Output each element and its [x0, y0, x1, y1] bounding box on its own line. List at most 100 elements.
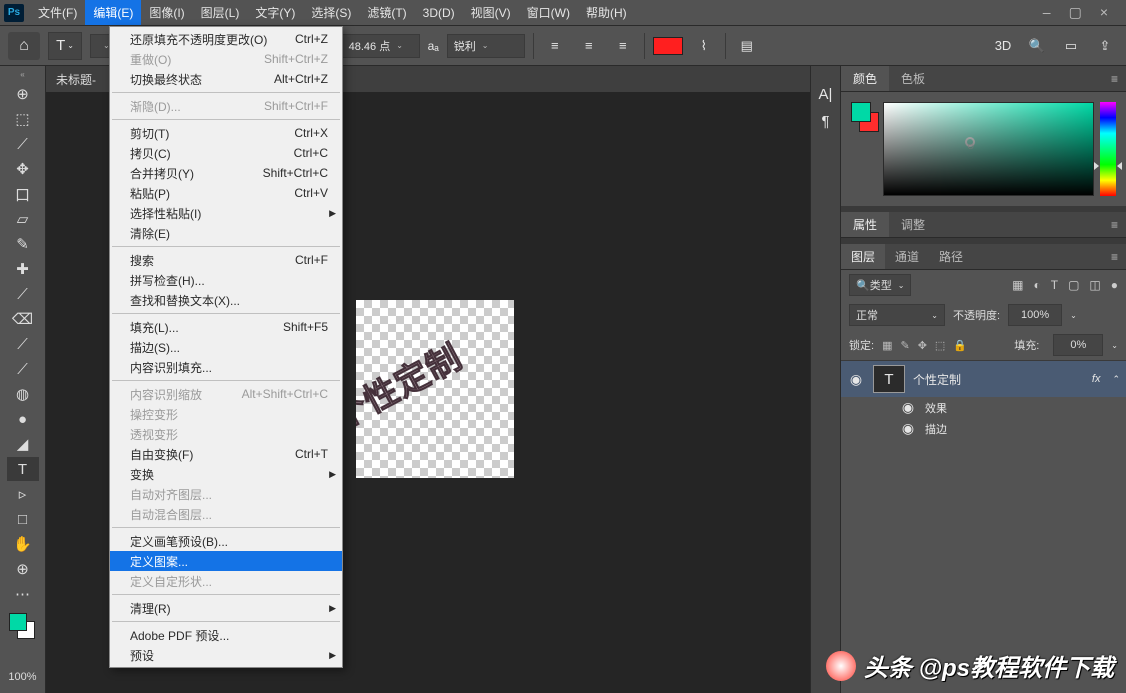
canvas[interactable]: 个性定制	[356, 300, 514, 478]
tool-marquee[interactable]: ⬚	[7, 107, 39, 131]
lock-artboard-icon[interactable]: ⬚	[935, 339, 945, 352]
menu-item[interactable]: 变换▶	[110, 464, 342, 484]
fx-disclosure[interactable]: ⌃	[1112, 374, 1120, 385]
visibility-icon[interactable]: ◉	[899, 420, 917, 437]
tool-eraser[interactable]: ⟋	[7, 357, 39, 381]
search-icon[interactable]: 🔍	[1024, 33, 1050, 59]
share-icon[interactable]: ⇪	[1092, 33, 1118, 59]
layer-filter-type[interactable]: 🔍 类型 ⌄	[849, 274, 911, 296]
tab-paths[interactable]: 路径	[929, 244, 973, 269]
blend-mode-field[interactable]: 正常⌄	[849, 304, 945, 326]
window-maximize-icon[interactable]: ▢	[1069, 4, 1082, 21]
visibility-icon[interactable]: ◉	[847, 371, 865, 388]
panel-menu-icon[interactable]: ≡	[1103, 218, 1126, 232]
tool-move[interactable]: ⊕	[7, 82, 39, 106]
tab-swatches[interactable]: 色板	[889, 66, 937, 91]
filter-type-icon[interactable]: T	[1051, 278, 1058, 292]
window-close-icon[interactable]: ×	[1100, 4, 1108, 21]
document-tab[interactable]: 未标题-	[56, 71, 96, 88]
tool-hand[interactable]: ✋	[7, 532, 39, 556]
tool-quick-select[interactable]: ✥	[7, 157, 39, 181]
tab-adjustments[interactable]: 调整	[889, 212, 937, 237]
character-panel-icon[interactable]: ▤	[734, 33, 760, 59]
tool-path[interactable]: ▹	[7, 482, 39, 506]
tool-frame[interactable]: ▱	[7, 207, 39, 231]
tool-shape[interactable]: □	[7, 507, 39, 531]
menu-item[interactable]: 自由变换(F)Ctrl+T	[110, 444, 342, 464]
align-center-icon[interactable]: ≡	[576, 33, 602, 59]
tool-gradient[interactable]: ◍	[7, 382, 39, 406]
three-d-mode[interactable]: 3D	[990, 33, 1016, 59]
tool-dodge[interactable]: ●	[7, 407, 39, 431]
menu-view[interactable]: 视图(V)	[463, 0, 519, 25]
align-left-icon[interactable]: ≡	[542, 33, 568, 59]
tool-edit-toolbar[interactable]: ⋯	[7, 582, 39, 606]
color-select-swatches[interactable]	[851, 102, 877, 196]
tool-type[interactable]: T	[7, 457, 39, 481]
menu-item[interactable]: 定义图案...	[110, 551, 342, 571]
tool-preset[interactable]: T ⌄	[48, 32, 82, 60]
menu-item[interactable]: 切换最终状态Alt+Ctrl+Z	[110, 69, 342, 89]
arrange-icon[interactable]: ▭	[1058, 33, 1084, 59]
visibility-icon[interactable]: ◉	[899, 399, 917, 416]
tab-color[interactable]: 颜色	[841, 66, 889, 91]
panel-menu-icon[interactable]: ≡	[1103, 72, 1126, 86]
menu-item[interactable]: 剪切(T)Ctrl+X	[110, 123, 342, 143]
menu-item[interactable]: 清理(R)▶	[110, 598, 342, 618]
align-right-icon[interactable]: ≡	[610, 33, 636, 59]
menu-window[interactable]: 窗口(W)	[519, 0, 578, 25]
menu-filter[interactable]: 滤镜(T)	[359, 0, 414, 25]
layer-item[interactable]: ◉ T 个性定制 fx ⌃	[841, 361, 1126, 397]
hue-slider[interactable]	[1100, 102, 1116, 196]
menu-item[interactable]: 拷贝(C)Ctrl+C	[110, 143, 342, 163]
fx-effects-row[interactable]: ◉ 效果	[841, 397, 1126, 418]
filter-adjust-icon[interactable]: ◐	[1033, 278, 1040, 292]
lock-image-icon[interactable]: ✎	[900, 339, 909, 352]
tab-properties[interactable]: 属性	[841, 212, 889, 237]
layer-name[interactable]: 个性定制	[913, 371, 961, 388]
menu-item[interactable]: 描边(S)...	[110, 337, 342, 357]
menu-image[interactable]: 图像(I)	[141, 0, 192, 25]
filter-smart-icon[interactable]: ◫	[1089, 278, 1100, 292]
menu-item[interactable]: 拼写检查(H)...	[110, 270, 342, 290]
lock-all-icon[interactable]: 🔒	[953, 339, 967, 352]
filter-toggle-icon[interactable]: ●	[1111, 278, 1118, 292]
lock-position-icon[interactable]: ✥	[918, 339, 927, 352]
menu-item[interactable]: 清除(E)	[110, 223, 342, 243]
tab-channels[interactable]: 通道	[885, 244, 929, 269]
paragraph-panel-icon[interactable]: ¶	[821, 113, 829, 130]
warp-text-icon[interactable]: ⌇	[691, 33, 717, 59]
tab-layers[interactable]: 图层	[841, 244, 885, 269]
menu-layer[interactable]: 图层(L)	[193, 0, 248, 25]
tool-pen[interactable]: ◢	[7, 432, 39, 456]
filter-pixel-icon[interactable]: ▦	[1012, 278, 1023, 292]
menu-3d[interactable]: 3D(D)	[415, 2, 463, 24]
tool-brush[interactable]: ⟋	[7, 282, 39, 306]
menu-item[interactable]: 粘贴(P)Ctrl+V	[110, 183, 342, 203]
menu-edit[interactable]: 编辑(E)	[85, 0, 141, 25]
menu-item[interactable]: 查找和替换文本(X)...	[110, 290, 342, 310]
menu-item[interactable]: 合并拷贝(Y)Shift+Ctrl+C	[110, 163, 342, 183]
tool-healing[interactable]: ✚	[7, 257, 39, 281]
menu-item[interactable]: 内容识别填充...	[110, 357, 342, 377]
menu-item[interactable]: 选择性粘贴(I)▶	[110, 203, 342, 223]
menu-item[interactable]: 搜索Ctrl+F	[110, 250, 342, 270]
tool-history[interactable]: ⟋	[7, 332, 39, 356]
menu-item[interactable]: 预设▶	[110, 645, 342, 665]
menu-help[interactable]: 帮助(H)	[578, 0, 635, 25]
tool-eyedropper[interactable]: ✎	[7, 232, 39, 256]
menu-file[interactable]: 文件(F)	[30, 0, 85, 25]
filter-shape-icon[interactable]: ▢	[1068, 278, 1079, 292]
lock-transparency-icon[interactable]: ▦	[882, 339, 892, 352]
fill-field[interactable]: 0%	[1053, 334, 1103, 356]
text-color-swatch[interactable]	[653, 37, 683, 55]
menu-type[interactable]: 文字(Y)	[247, 0, 303, 25]
fx-badge[interactable]: fx	[1092, 373, 1101, 385]
tool-crop[interactable]: 口	[7, 182, 39, 206]
menu-item[interactable]: 填充(L)...Shift+F5	[110, 317, 342, 337]
fg-color-swatch[interactable]	[851, 102, 871, 122]
tool-clone[interactable]: ⌫	[7, 307, 39, 331]
color-field[interactable]: ○	[883, 102, 1094, 196]
tool-zoom[interactable]: ⊕	[7, 557, 39, 581]
character-panel-icon[interactable]: A|	[819, 86, 833, 103]
